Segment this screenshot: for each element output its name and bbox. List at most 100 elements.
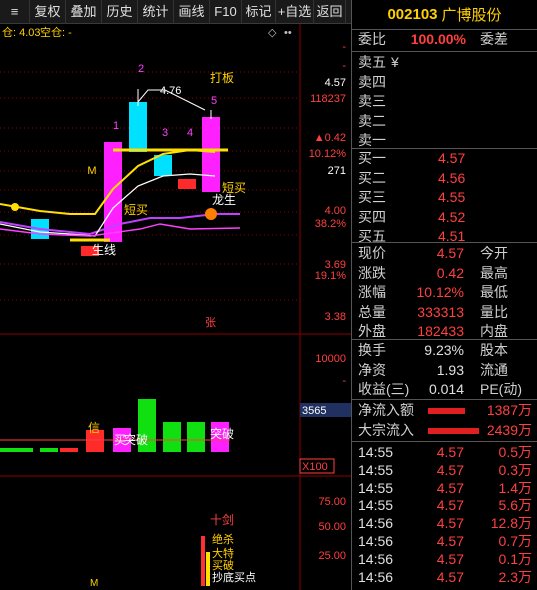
webi-value: 100.00% bbox=[410, 31, 466, 47]
diamond-icon: ◇ bbox=[268, 27, 277, 39]
tick-price: 4.57 bbox=[436, 550, 464, 567]
annotation: 龙生 bbox=[212, 193, 236, 207]
toolbar-btn-1[interactable]: 叠加 bbox=[66, 0, 102, 24]
annotation: 短买 bbox=[124, 203, 148, 217]
tick-time: 14:56 bbox=[358, 515, 394, 532]
volume-bar bbox=[60, 448, 78, 452]
ind-annotation: 大特 bbox=[212, 546, 234, 560]
buy-row-4: 买四 4.52 bbox=[352, 208, 537, 227]
tick-time: 14:55 bbox=[358, 497, 394, 514]
tick-volume: 2.3万 bbox=[498, 568, 532, 585]
toolbar-btn-7[interactable]: +自选 bbox=[276, 0, 314, 24]
toolbar: ≡ 复权 叠加 历史 统计 画线 F10 标记 +自选 返回 bbox=[0, 0, 351, 24]
buy-price: 4.56 bbox=[438, 169, 466, 186]
divider bbox=[352, 51, 537, 52]
divider bbox=[352, 242, 537, 243]
ind-axis-label: 50.00 bbox=[318, 521, 346, 533]
wave-label: 4 bbox=[187, 127, 193, 139]
tick-volume: 0.7万 bbox=[498, 533, 532, 549]
stat-right-label: 流通 bbox=[480, 361, 508, 378]
tick-volume: 1.4万 bbox=[498, 479, 532, 496]
stat-value: 0.014 bbox=[428, 381, 464, 397]
tick-row-4: 14:56 4.57 12.8万 bbox=[352, 514, 537, 533]
divider bbox=[352, 399, 537, 400]
buy-label: 买三 bbox=[358, 189, 386, 205]
flow-bar bbox=[428, 428, 479, 434]
toolbar-btn-0[interactable]: 复权 bbox=[30, 0, 66, 24]
price-callout: 4.76 bbox=[160, 85, 181, 97]
flow-value: 1387万 bbox=[486, 402, 532, 418]
sell-mark: ¥ bbox=[391, 54, 399, 70]
candle bbox=[154, 155, 172, 176]
tick-price: 4.57 bbox=[436, 479, 464, 496]
buy-label: 买二 bbox=[358, 169, 386, 186]
divider bbox=[352, 441, 537, 442]
vol-axis-label: 3565 bbox=[302, 405, 326, 417]
quote-value: 10.12% bbox=[416, 284, 464, 300]
quote-value: 0.42 bbox=[436, 264, 464, 281]
ind-annotation: 绝杀 bbox=[212, 532, 234, 546]
toolbar-btn-3[interactable]: 统计 bbox=[138, 0, 174, 24]
price-axis-label: 38.2% bbox=[315, 218, 346, 230]
tick-volume: 0.5万 bbox=[498, 444, 532, 460]
quote-label: 涨跌 bbox=[358, 264, 386, 281]
tick-time: 14:56 bbox=[358, 550, 394, 567]
toolbar-btn-6[interactable]: 标记 bbox=[242, 0, 276, 24]
tick-price: 4.57 bbox=[436, 568, 464, 585]
quote-value: 4.57 bbox=[436, 245, 464, 261]
tick-row-2: 14:55 4.57 1.4万 bbox=[352, 479, 537, 498]
signal-icon bbox=[11, 203, 19, 211]
ind-annotation: M bbox=[90, 578, 98, 589]
sell-label: 卖三 bbox=[358, 93, 386, 109]
ind-bar bbox=[206, 552, 210, 586]
stat-row-2: 收益(三) 0.014 PE(动) bbox=[352, 380, 537, 399]
ind-annotation: 买破 bbox=[212, 558, 234, 572]
vol-axis-label: - bbox=[342, 375, 346, 387]
sell-label: 卖四 bbox=[358, 73, 386, 90]
vol-annotation: 信 bbox=[88, 421, 100, 435]
price-axis-label: ▲0.42 bbox=[314, 132, 346, 144]
ind-axis-label: 25.00 bbox=[318, 550, 346, 562]
tick-time: 14:55 bbox=[358, 461, 394, 478]
stock-title: 002103 广博股份 bbox=[352, 0, 537, 30]
quote-label: 涨幅 bbox=[358, 284, 386, 300]
toolbar-btn-2[interactable]: 历史 bbox=[102, 0, 138, 24]
tick-time: 14:56 bbox=[358, 568, 394, 585]
tick-time: 14:55 bbox=[358, 479, 394, 496]
legend-position: 仓: 4.03 bbox=[2, 25, 41, 39]
toolbar-btn-4[interactable]: 画线 bbox=[174, 0, 210, 24]
signal-icon bbox=[205, 208, 217, 220]
toolbar-btn-8[interactable]: 返回 bbox=[314, 0, 346, 24]
quote-right-label: 最低 bbox=[480, 284, 508, 300]
sell-row-3: 卖三 bbox=[352, 92, 537, 111]
tick-time: 14:55 bbox=[358, 444, 394, 460]
menu-icon[interactable]: ≡ bbox=[0, 0, 30, 24]
ind-axis-label: 75.00 bbox=[318, 496, 346, 508]
annotation: 打板 bbox=[210, 71, 234, 85]
weicha-label: 委差 bbox=[480, 31, 508, 47]
tick-price: 4.57 bbox=[436, 497, 464, 514]
tick-row-3: 14:55 4.57 5.6万 bbox=[352, 496, 537, 515]
stat-row-0: 换手 9.23% 股本 bbox=[352, 341, 537, 360]
wave-label: 1 bbox=[113, 120, 119, 132]
toolbar-btn-5[interactable]: F10 bbox=[210, 0, 242, 24]
candle bbox=[178, 179, 196, 189]
vol-axis-label: 10000 bbox=[315, 353, 346, 365]
price-axis-label: - bbox=[342, 41, 346, 53]
candle bbox=[202, 117, 220, 192]
price-axis-label: 118237 bbox=[310, 93, 346, 105]
annotation: 张 bbox=[205, 316, 216, 329]
wave-label: 5 bbox=[211, 95, 217, 107]
tick-row-5: 14:56 4.57 0.7万 bbox=[352, 532, 537, 551]
webi-label: 委比 bbox=[358, 31, 386, 47]
buy-row-1: 买一 4.57 bbox=[352, 149, 537, 168]
tick-row-7: 14:56 4.57 2.3万 bbox=[352, 568, 537, 587]
quote-right-label: 最高 bbox=[480, 264, 508, 281]
quote-right-label: 今开 bbox=[480, 245, 508, 261]
stat-label: 净资 bbox=[358, 361, 386, 378]
webi-row: 委比 100.00% 委差 bbox=[352, 30, 537, 49]
ind-annotation: 十剑 bbox=[210, 512, 234, 527]
quote-right-label: 量比 bbox=[480, 303, 508, 320]
flow-bar bbox=[428, 408, 465, 414]
tick-row-0: 14:55 4.57 0.5万 bbox=[352, 443, 537, 462]
